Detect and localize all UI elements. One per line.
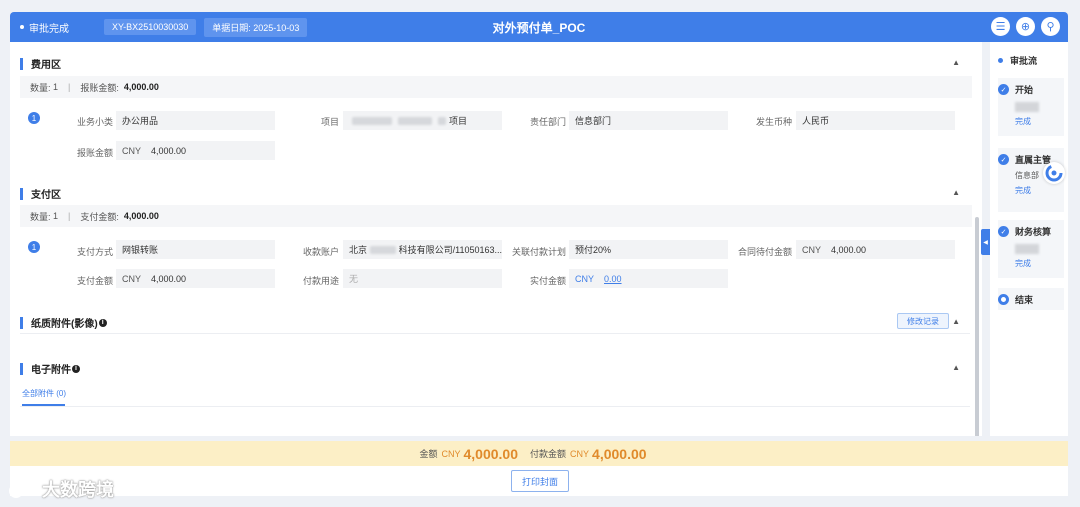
header-bar: 审批完成 XY-BX2510030030 单据日期: 2025-10-03 对外…	[10, 12, 1068, 42]
paper-collapse-icon[interactable]: ▲	[952, 317, 960, 326]
list-icon: ☰	[995, 21, 1006, 33]
paper-attachments-title: 纸质附件(影像) i	[20, 315, 107, 330]
project-label: 项目	[320, 117, 339, 127]
check-icon: ✓	[998, 154, 1009, 165]
flow-node-start: ✓ 开始 完成	[998, 78, 1064, 136]
flow-node-end: 结束	[998, 288, 1064, 310]
payment-section-title: 支付区	[20, 186, 61, 201]
end-circle-icon	[998, 294, 1009, 305]
list-button[interactable]: ☰	[991, 17, 1010, 36]
contract-amount-label: 合同待付金额	[737, 247, 792, 257]
flow-status: 完成	[1015, 117, 1031, 126]
flow-node-finance: ✓ 财务核算 完成	[998, 220, 1064, 278]
payment-collapse-icon[interactable]: ▲	[952, 188, 960, 197]
approval-flow-title: 审批流	[998, 54, 1037, 67]
zoom-icon: ⊕	[1020, 21, 1031, 33]
expense-collapse-icon[interactable]: ▲	[952, 58, 960, 67]
total-amount-label: 金额	[419, 449, 438, 459]
divider	[20, 333, 970, 334]
expense-summary: 数量: 1 | 报账金额: 4,000.00	[20, 76, 972, 98]
edit-history-button[interactable]: 修改记录	[897, 313, 949, 329]
form-content: 费用区 ▲ 数量: 1 | 报账金额: 4,000.00 1 业务小类 办公用品 …	[10, 42, 982, 436]
total-pay-amount: 4,000.00	[592, 445, 647, 462]
dept-label: 责任部门	[529, 117, 566, 127]
pay-method-label: 支付方式	[76, 247, 113, 257]
amount-field: CNY 4,000.00	[116, 141, 275, 160]
actual-amount-field: CNY 0.00	[569, 269, 728, 288]
flow-status: 完成	[1015, 259, 1031, 268]
divider	[20, 406, 970, 407]
electronic-collapse-icon[interactable]: ▲	[952, 363, 960, 372]
brand-logo-icon[interactable]	[1043, 162, 1065, 184]
pin-button[interactable]: ⚲	[1041, 17, 1060, 36]
total-pay-label: 付款金额	[530, 449, 567, 459]
flow-status: 完成	[1015, 186, 1031, 195]
zoom-button[interactable]: ⊕	[1016, 17, 1035, 36]
redacted-text	[1015, 102, 1039, 112]
scrollbar-thumb[interactable]	[975, 217, 979, 436]
actual-amount-link[interactable]: 0.00	[604, 274, 622, 284]
redacted-text	[438, 116, 446, 125]
check-icon: ✓	[998, 84, 1009, 95]
info-icon: i	[72, 364, 80, 373]
brand-watermark: 大数跨境	[8, 476, 114, 502]
check-icon: ✓	[998, 226, 1009, 237]
doc-number: XY-BX2510030030	[104, 19, 197, 35]
pin-icon: ⚲	[1046, 21, 1055, 33]
category-label: 业务小类	[76, 117, 113, 127]
account-label: 收款账户	[302, 247, 339, 257]
status-dot-icon	[20, 25, 24, 29]
pay-amount-label: 支付金额	[76, 276, 113, 286]
info-icon: i	[98, 318, 107, 327]
expense-section-title: 费用区	[20, 56, 61, 71]
status-text: 审批完成	[29, 23, 69, 35]
usage-label: 付款用途	[302, 276, 339, 286]
contract-amount-field: CNY 4,000.00	[796, 240, 955, 259]
panel-toggle-button[interactable]: ◀	[981, 229, 990, 255]
currency-label: 发生币种	[755, 117, 792, 127]
totals-bar: 金额 CNY 4,000.00 付款金额 CNY 4,000.00	[10, 441, 1068, 466]
footer-bar: 打印封面	[10, 466, 1068, 496]
actual-amount-label: 实付金额	[529, 276, 566, 286]
flow-dot-icon	[998, 58, 1003, 63]
doc-date: 单据日期: 2025-10-03	[204, 17, 308, 37]
redacted-text	[352, 116, 392, 125]
redacted-text	[398, 116, 432, 125]
payment-summary: 数量: 1 | 支付金额: 4,000.00	[20, 205, 972, 227]
electronic-attachments-title: 电子附件 i	[20, 361, 80, 376]
redacted-text	[370, 245, 396, 254]
approval-flow-panel: 审批流 ✓ 开始 完成 ✓ 直属主管 信息部 完成 ✓ 财务核算 完成 结束	[990, 42, 1068, 436]
brand-mark-icon	[9, 480, 38, 498]
plan-label: 关联付款计划	[511, 247, 566, 257]
total-amount: 4,000.00	[463, 445, 519, 462]
amount-label: 报账金额	[76, 148, 113, 158]
status-indicator: 审批完成	[10, 20, 104, 35]
currency-field: 人民币	[796, 111, 955, 130]
redacted-text	[1015, 244, 1039, 254]
tab-all-attachments[interactable]: 全部附件 (0)	[22, 388, 66, 399]
print-cover-button[interactable]: 打印封面	[511, 470, 569, 492]
